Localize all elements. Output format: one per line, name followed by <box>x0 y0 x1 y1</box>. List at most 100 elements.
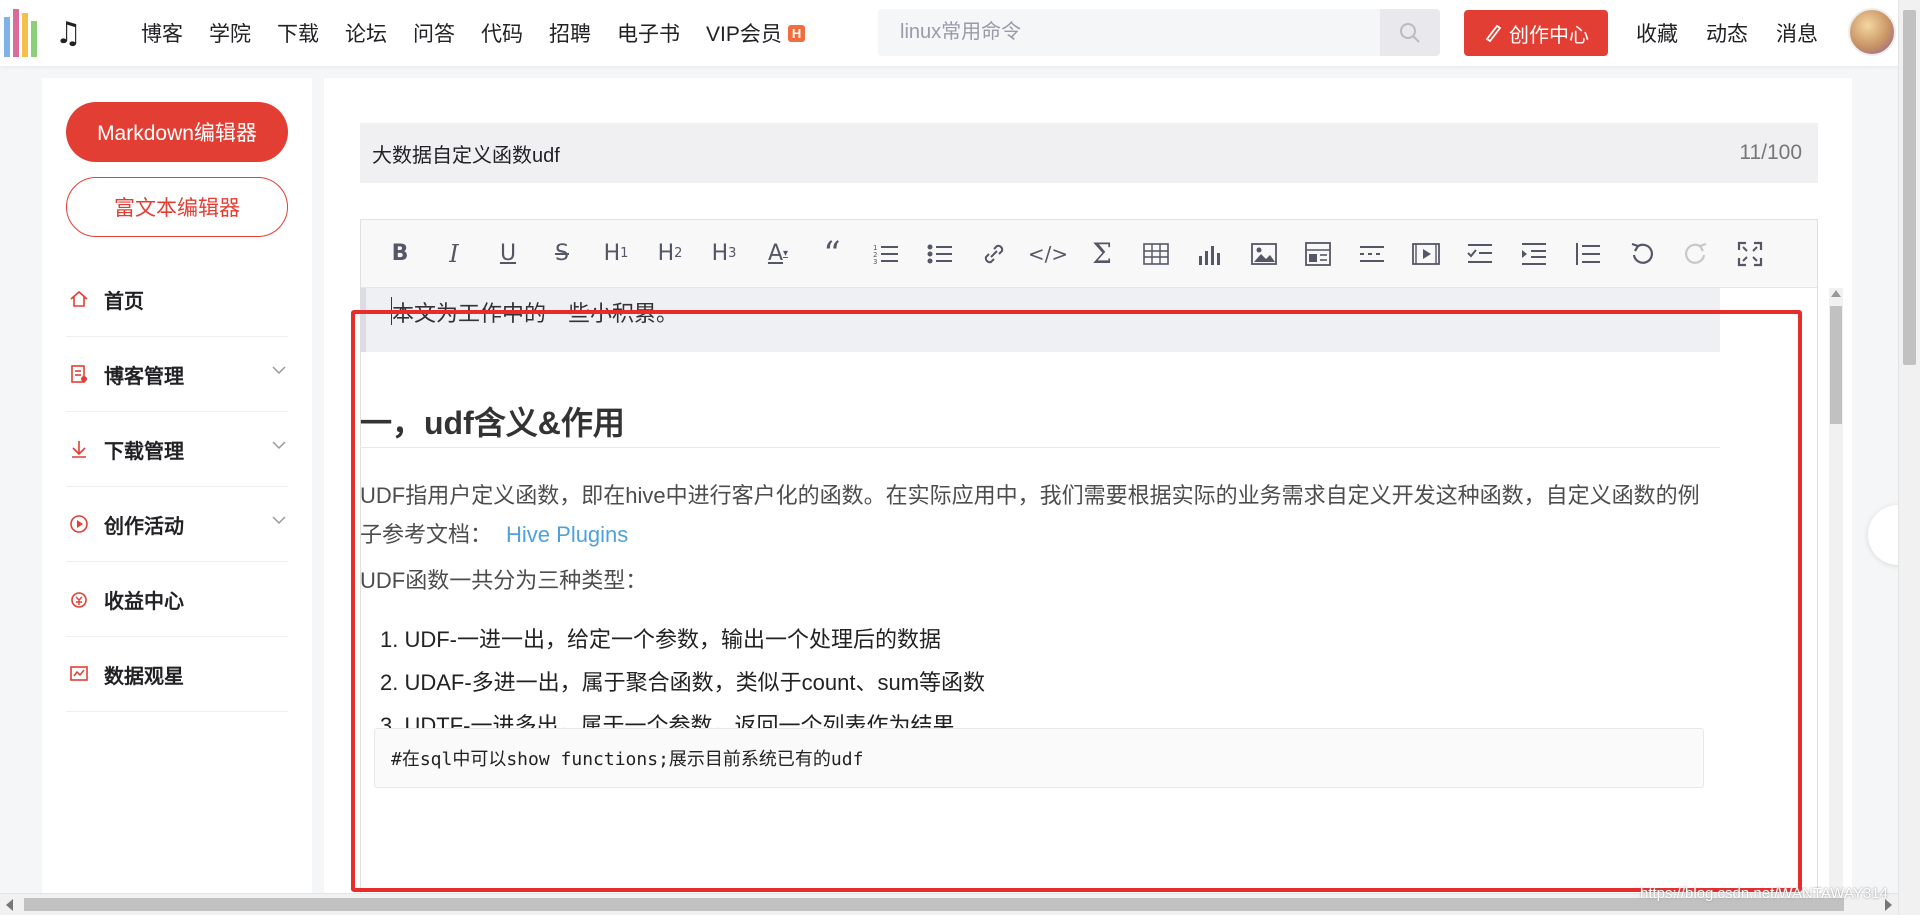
content-paragraph-1: UDF指用户定义函数，即在hive中进行客户化的函数。在实际应用中，我们需要根据… <box>360 476 1720 554</box>
svg-text:3: 3 <box>873 258 877 266</box>
font-color-icon[interactable]: A ▾ <box>751 232 805 276</box>
search-input[interactable] <box>878 9 1380 56</box>
video-icon[interactable] <box>1399 232 1453 276</box>
link-icon[interactable] <box>967 232 1021 276</box>
markdown-editor-button[interactable]: Markdown编辑器 <box>66 102 288 162</box>
csdn-logo[interactable]: ♫ <box>0 0 128 66</box>
title-char-count: 11/100 <box>1739 141 1802 164</box>
sidebar-item-home[interactable]: 首页 <box>66 262 288 337</box>
article-title-field[interactable]: 大数据自定义函数udf 11/100 <box>360 123 1818 183</box>
code-icon[interactable]: </> <box>1021 232 1075 276</box>
nav-vip[interactable]: VIP会员 H <box>693 18 818 48</box>
download-icon <box>68 438 90 460</box>
code-block: #在sql中可以show functions;展示目前系统已有的udf <box>374 728 1704 788</box>
logo-mark-icon <box>4 9 37 57</box>
content-paragraph-2: UDF函数一共分为三种类型： <box>360 568 648 593</box>
income-icon <box>68 588 90 610</box>
editor-toolbar: B I U S H1 H2 H3 A ▾ “ 123 </> Σ <box>361 220 1817 288</box>
editor-scrollbar-thumb[interactable] <box>1830 306 1842 424</box>
sidebar-menu: 首页 博客管理 下载管理 创作活动 收益中心 数据观星 <box>66 262 288 712</box>
bold-icon[interactable]: B <box>373 232 427 276</box>
sidebar-item-download-manage[interactable]: 下载管理 <box>66 412 288 487</box>
template-icon[interactable] <box>1291 232 1345 276</box>
indent-icon[interactable] <box>1507 232 1561 276</box>
table-icon[interactable] <box>1129 232 1183 276</box>
page-scrollbar-thumb[interactable] <box>1903 10 1916 365</box>
bar-chart-icon[interactable] <box>1183 232 1237 276</box>
nav-messages[interactable]: 消息 <box>1762 18 1832 48</box>
sidebar-item-label: 收益中心 <box>104 590 184 613</box>
sidebar-item-label: 数据观星 <box>104 665 184 688</box>
horizontal-scrollbar-thumb[interactable] <box>24 898 1844 911</box>
list-item: 1. UDF-一进一出，给定一个参数，输出一个处理后的数据 <box>380 627 942 652</box>
heading3-icon[interactable]: H3 <box>697 232 751 276</box>
nav-vip-label: VIP会员 <box>706 23 782 46</box>
outline-icon[interactable] <box>1561 232 1615 276</box>
user-nav: 收藏 动态 消息 <box>1622 0 1832 66</box>
chevron-down-icon <box>272 516 286 525</box>
image-icon[interactable] <box>1237 232 1291 276</box>
sidebar-item-data[interactable]: 数据观星 <box>66 637 288 712</box>
article-title-text: 大数据自定义函数udf <box>372 144 560 167</box>
nav-download[interactable]: 下载 <box>264 18 332 48</box>
nav-blog[interactable]: 博客 <box>128 18 196 48</box>
editor-panel: 大数据自定义函数udf 11/100 B I U S H1 H2 H3 A ▾ “… <box>324 78 1852 915</box>
strikethrough-icon[interactable]: S <box>535 232 589 276</box>
nav-jobs[interactable]: 招聘 <box>536 18 604 48</box>
scroll-up-arrow-icon[interactable] <box>1831 290 1841 297</box>
blockquote: 本文为工作中的一些小积累。 <box>360 288 1720 352</box>
formula-icon[interactable]: Σ <box>1075 232 1129 276</box>
nav-ebook[interactable]: 电子书 <box>604 18 693 48</box>
redo-icon[interactable] <box>1669 232 1723 276</box>
editor-scrollbar[interactable] <box>1829 288 1843 915</box>
editor-content[interactable]: 本文为工作中的一些小积累。 一，udf含义&作用 UDF指用户定义函数，即在hi… <box>360 288 1760 908</box>
sidebar-item-income[interactable]: 收益中心 <box>66 562 288 637</box>
fullscreen-icon[interactable] <box>1723 232 1777 276</box>
heading1-icon[interactable]: H1 <box>589 232 643 276</box>
blockquote-text: 本文为工作中的一些小积累。 <box>392 301 679 326</box>
chevron-down-icon <box>272 366 286 375</box>
ordered-list-icon[interactable]: 123 <box>859 232 913 276</box>
unordered-list-icon[interactable] <box>913 232 967 276</box>
underline-icon[interactable]: U <box>481 232 535 276</box>
divider-icon[interactable] <box>1345 232 1399 276</box>
search-bar <box>878 9 1440 56</box>
nav-forum[interactable]: 论坛 <box>332 18 400 48</box>
heading2-icon[interactable]: H2 <box>643 232 697 276</box>
chart-icon <box>68 663 90 685</box>
nav-favorites[interactable]: 收藏 <box>1622 18 1692 48</box>
nav-academy[interactable]: 学院 <box>196 18 264 48</box>
search-button[interactable] <box>1380 9 1440 56</box>
sidebar-item-activity[interactable]: 创作活动 <box>66 487 288 562</box>
sidebar-item-label: 博客管理 <box>104 365 184 388</box>
italic-icon[interactable]: I <box>427 232 481 276</box>
avatar[interactable] <box>1848 8 1896 56</box>
hive-plugins-link[interactable]: Hive Plugins <box>506 522 628 547</box>
main-nav: 博客 学院 下载 论坛 问答 代码 招聘 电子书 VIP会员 H <box>128 18 818 48</box>
search-icon <box>1400 22 1420 43</box>
nav-code[interactable]: 代码 <box>468 18 536 48</box>
sidebar: Markdown编辑器 富文本编辑器 首页 博客管理 下载管理 创作活动 收益中… <box>42 78 312 908</box>
sidebar-item-blog-manage[interactable]: 博客管理 <box>66 337 288 412</box>
nav-qa[interactable]: 问答 <box>400 18 468 48</box>
quote-icon[interactable]: “ <box>805 232 859 276</box>
pen-icon <box>1485 24 1502 43</box>
undo-icon[interactable] <box>1615 232 1669 276</box>
scroll-left-arrow-icon[interactable] <box>6 899 13 911</box>
music-note-icon: ♫ <box>55 15 82 51</box>
create-center-button[interactable]: 创作中心 <box>1464 10 1608 56</box>
nav-dynamics[interactable]: 动态 <box>1692 18 1762 48</box>
list-item: 2. UDAF-多进一出，属于聚合函数，类似于count、sum等函数 <box>380 670 986 695</box>
checklist-icon[interactable] <box>1453 232 1507 276</box>
page-horizontal-scrollbar[interactable] <box>0 893 1898 915</box>
blog-manage-icon <box>68 363 90 385</box>
chevron-down-icon <box>272 441 286 450</box>
activity-icon <box>68 513 90 535</box>
vip-hot-badge: H <box>787 25 806 42</box>
page-vertical-scrollbar[interactable] <box>1898 0 1920 915</box>
sidebar-item-label: 下载管理 <box>104 440 184 463</box>
sidebar-item-label: 首页 <box>104 290 144 313</box>
content-heading: 一，udf含义&作用 <box>360 398 1720 448</box>
richtext-editor-button[interactable]: 富文本编辑器 <box>66 177 288 237</box>
create-center-label: 创作中心 <box>1509 24 1589 47</box>
